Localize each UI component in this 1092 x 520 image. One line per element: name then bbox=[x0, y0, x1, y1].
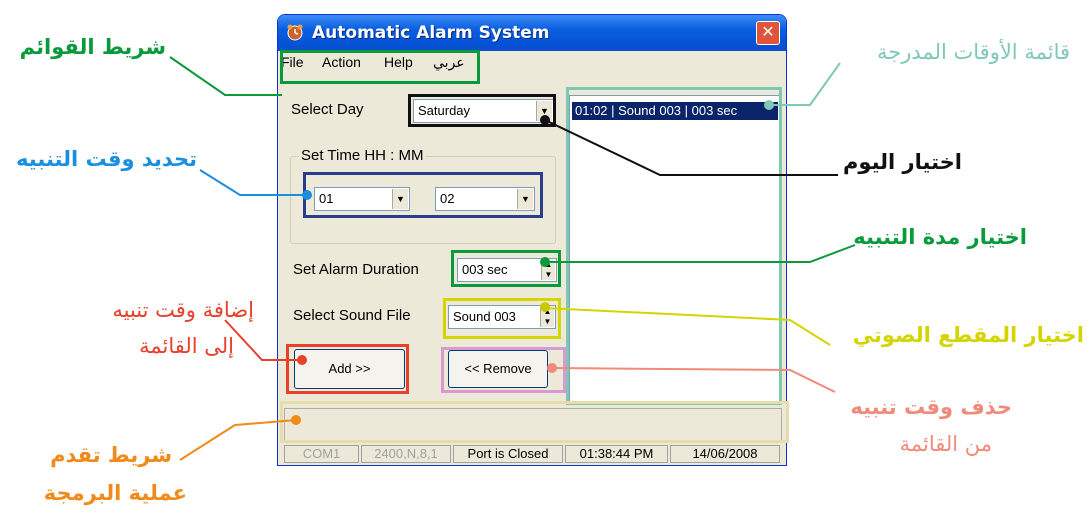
spin-arrows-icon[interactable]: ▲ ▼ bbox=[540, 307, 554, 327]
select-day-label: Select Day bbox=[291, 101, 364, 118]
annotation-add-line2: إلى القائمة bbox=[139, 334, 234, 358]
duration-value: 003 sec bbox=[462, 262, 508, 277]
chevron-down-icon[interactable]: ▼ bbox=[536, 101, 552, 121]
annotation-progress-line1: شريط تقدم bbox=[50, 443, 172, 467]
sound-stepper[interactable]: Sound 003 ▲ ▼ bbox=[448, 305, 556, 329]
window-title: Automatic Alarm System bbox=[312, 23, 550, 43]
menu-bar: File Action Help عربي bbox=[278, 51, 786, 73]
annotation-remove-line1: حذف وقت تنبيه bbox=[850, 395, 1012, 419]
annotation-select-day: اختيار اليوم bbox=[843, 150, 962, 174]
hour-select[interactable]: 01 ▼ bbox=[314, 187, 410, 211]
annotation-add-line1: إضافة وقت تنبيه bbox=[112, 298, 254, 322]
annotation-remove-line2: من القائمة bbox=[899, 432, 992, 456]
spin-arrows-icon[interactable]: ▲ ▼ bbox=[541, 260, 555, 280]
close-button[interactable]: ✕ bbox=[756, 21, 780, 45]
status-settings: 2400,N,8,1 bbox=[361, 445, 451, 463]
duration-label: Set Alarm Duration bbox=[293, 261, 419, 278]
hour-value: 01 bbox=[319, 191, 334, 206]
duration-stepper[interactable]: 003 sec ▲ ▼ bbox=[457, 258, 557, 282]
sound-value: Sound 003 bbox=[453, 309, 516, 324]
menu-action[interactable]: Action bbox=[322, 54, 361, 70]
alarm-list[interactable]: 01:02 | Sound 003 | 003 sec bbox=[569, 95, 781, 404]
status-port-state: Port is Closed bbox=[453, 445, 563, 463]
annotation-set-time: تحديد وقت التنبيه bbox=[16, 147, 197, 171]
minute-value: 02 bbox=[440, 191, 455, 206]
minute-select[interactable]: 02 ▼ bbox=[435, 187, 535, 211]
annotation-alarm-list: قائمة الأوقات المدرجة bbox=[877, 40, 1070, 64]
status-bar: COM1 2400,N,8,1 Port is Closed 01:38:44 … bbox=[278, 443, 786, 465]
progress-bar bbox=[284, 408, 782, 441]
alarm-icon bbox=[287, 24, 303, 41]
menu-help[interactable]: Help bbox=[384, 54, 413, 70]
title-bar[interactable]: Automatic Alarm System ✕ bbox=[278, 15, 786, 51]
day-select[interactable]: Saturday ▼ bbox=[413, 99, 554, 123]
close-icon: ✕ bbox=[761, 24, 775, 41]
remove-button[interactable]: << Remove bbox=[448, 350, 548, 388]
add-button[interactable]: Add >> bbox=[294, 349, 405, 389]
annotation-progress-line2: عملية البرمجة bbox=[43, 481, 187, 505]
status-date: 14/06/2008 bbox=[670, 445, 780, 463]
chevron-down-icon[interactable]: ▼ bbox=[392, 189, 408, 209]
set-time-group: Set Time HH : MM 01 ▼ 02 ▼ bbox=[290, 147, 556, 244]
sound-label: Select Sound File bbox=[293, 307, 411, 324]
status-port: COM1 bbox=[284, 445, 359, 463]
status-time: 01:38:44 PM bbox=[565, 445, 668, 463]
app-window: Automatic Alarm System ✕ File Action Hel… bbox=[277, 14, 787, 466]
day-value: Saturday bbox=[418, 103, 471, 118]
menu-arabic[interactable]: عربي bbox=[433, 54, 465, 71]
chevron-down-icon[interactable]: ▼ bbox=[517, 189, 533, 209]
annotation-sound: اختيار المقطع الصوتي bbox=[852, 323, 1084, 347]
set-time-title: Set Time HH : MM bbox=[299, 147, 426, 164]
annotation-menubar: شريط القوائم bbox=[19, 35, 166, 59]
annotation-duration: اختيار مدة التنبيه bbox=[853, 225, 1027, 249]
list-item[interactable]: 01:02 | Sound 003 | 003 sec bbox=[572, 102, 778, 120]
menu-file[interactable]: File bbox=[281, 54, 304, 70]
